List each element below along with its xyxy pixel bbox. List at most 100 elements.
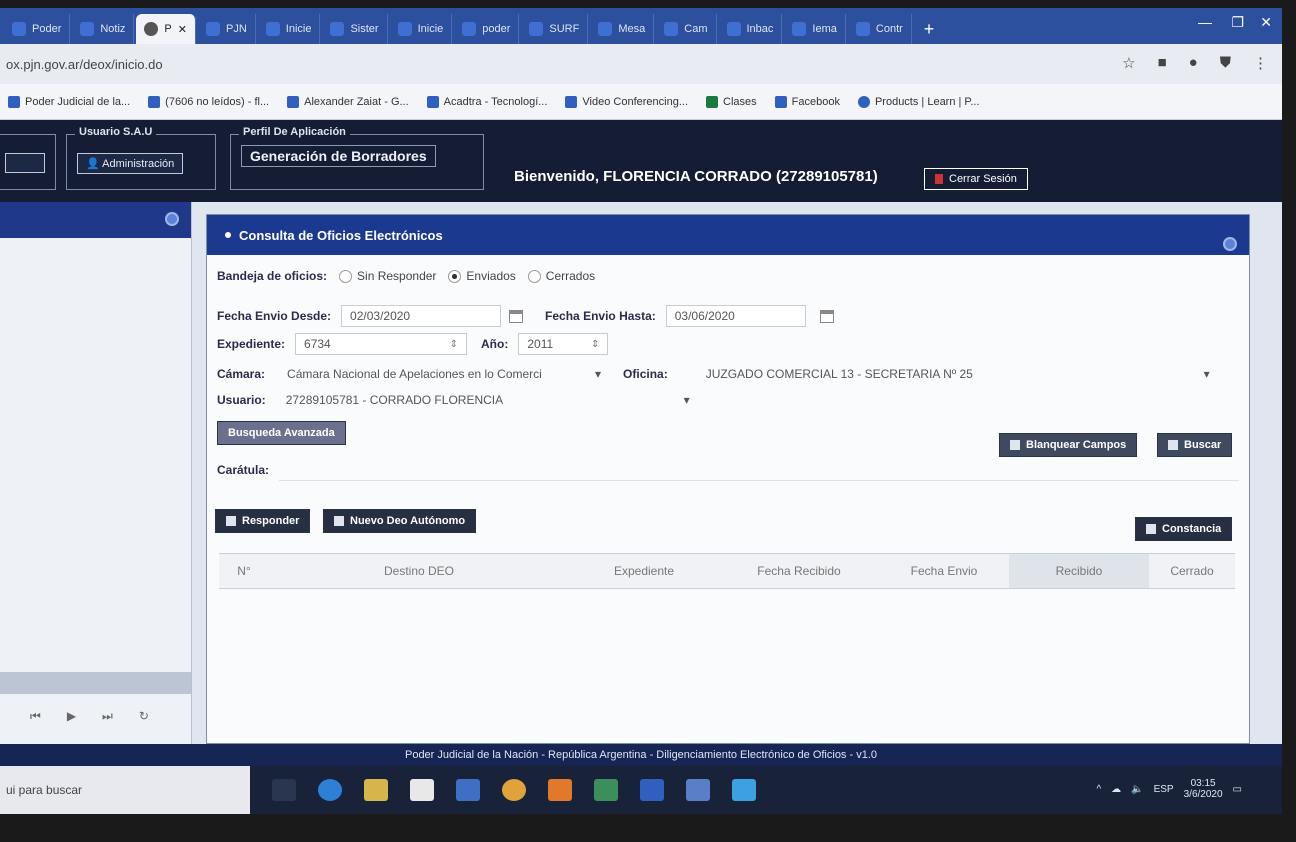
bookmark-item[interactable]: (7606 no leídos) - fl... <box>148 95 269 108</box>
buscar-button[interactable]: Buscar <box>1157 433 1233 457</box>
maximize-icon[interactable]: ❐ <box>1231 14 1244 31</box>
anio-input[interactable]: 2011 ⇕ <box>518 333 609 355</box>
minimize-icon[interactable]: — <box>1198 14 1212 30</box>
notifications-icon[interactable]: ▭ <box>1233 784 1242 795</box>
address-bar[interactable]: ox.pjn.gov.ar/deox/inicio.do ☆ ■ ● ⛊ ⋮ <box>0 44 1282 84</box>
browser-tab[interactable]: Mesa <box>590 14 655 44</box>
volume-icon[interactable]: 🔈 <box>1131 784 1143 795</box>
column-header[interactable]: Cerrado <box>1149 564 1235 578</box>
browser-tab[interactable]: Contr <box>848 14 912 44</box>
camara-select[interactable]: Cámara Nacional de Apelaciones en lo Com… <box>279 363 609 385</box>
network-icon[interactable]: ☁ <box>1111 784 1121 795</box>
star-icon[interactable]: ☆ <box>1122 54 1135 72</box>
gear-icon[interactable] <box>165 212 179 226</box>
refresh-icon[interactable]: ↻ <box>139 709 149 723</box>
browser-tab[interactable]: Cam <box>656 14 717 44</box>
column-header[interactable]: N° <box>219 564 269 578</box>
responder-button[interactable]: Responder <box>215 509 311 533</box>
shield-icon[interactable]: ⛊ <box>1220 54 1231 72</box>
bookmark-item[interactable]: Products | Learn | P... <box>857 95 980 108</box>
store-icon[interactable] <box>410 779 434 801</box>
logout-button[interactable]: Cerrar Sesión <box>924 168 1028 190</box>
browser-tab[interactable]: Poder <box>4 14 71 44</box>
excel-icon[interactable] <box>594 779 618 801</box>
chevron-up-icon[interactable]: ^ <box>1096 784 1101 795</box>
close-tab-icon[interactable]: ✕ <box>178 23 187 36</box>
perfil-value[interactable]: Generación de Borradores <box>241 145 436 167</box>
browser-tab-active[interactable]: P ✕ <box>136 14 196 44</box>
photos-icon[interactable] <box>732 779 756 801</box>
taskbar-search[interactable]: ui para buscar <box>0 766 250 814</box>
browser-tab[interactable]: poder <box>454 14 520 44</box>
constancia-button[interactable]: Constancia <box>1135 517 1233 541</box>
left-fieldset <box>0 134 56 190</box>
spinner-icon[interactable]: ⇕ <box>591 339 599 350</box>
app-icon[interactable] <box>548 779 572 801</box>
bookmark-item[interactable]: Acadtra - Tecnologí... <box>426 95 547 108</box>
extension-icon[interactable]: ■ <box>1158 54 1167 72</box>
busqueda-avanzada-button[interactable]: Busqueda Avanzada <box>217 421 346 445</box>
browser-tab-strip: Poder Notiz P ✕ PJN Inicie Sister Inicie … <box>0 8 1282 44</box>
task-view-icon[interactable] <box>272 779 296 801</box>
caratula-input[interactable] <box>279 459 1240 481</box>
first-page-icon[interactable]: ⏮ <box>30 709 41 724</box>
column-header[interactable]: Fecha Recibido <box>719 564 879 578</box>
close-window-icon[interactable]: ✕ <box>1260 14 1272 31</box>
word-icon[interactable] <box>640 779 664 801</box>
bookmark-item[interactable]: Clases <box>706 95 757 108</box>
mail-icon[interactable] <box>456 779 480 801</box>
browser-tab[interactable]: Iema <box>784 14 846 44</box>
admin-button[interactable]: 👤 Administración <box>77 153 184 174</box>
browser-tab[interactable]: Inicie <box>258 14 321 44</box>
browser-tab[interactable]: Notiz <box>72 14 135 44</box>
bullet-icon <box>225 232 231 238</box>
next-page-icon[interactable]: ▶ <box>67 709 76 723</box>
oficina-select[interactable]: JUZGADO COMERCIAL 13 - SECRETARIA Nº 25 ▾ <box>698 363 1218 385</box>
expediente-input[interactable]: 6734 ⇕ <box>295 333 468 355</box>
bookmark-item[interactable]: Facebook <box>774 95 840 108</box>
fecha-hasta-label: Fecha Envio Hasta: <box>545 309 656 323</box>
radio-enviados[interactable]: Enviados <box>448 269 516 283</box>
menu-icon[interactable]: ⋮ <box>1253 54 1268 72</box>
left-button[interactable] <box>5 153 45 173</box>
fecha-desde-input[interactable]: 02/03/2020 <box>341 305 502 327</box>
bookmark-item[interactable]: Alexander Zaiat - G... <box>287 95 409 108</box>
fecha-hasta-input[interactable]: 03/06/2020 <box>665 305 806 327</box>
column-header[interactable]: Destino DEO <box>269 564 569 578</box>
url-text[interactable]: ox.pjn.gov.ar/deox/inicio.do <box>6 57 163 72</box>
column-header[interactable]: Fecha Envio <box>879 564 1009 578</box>
browser-tab[interactable]: Inicie <box>390 14 453 44</box>
radio-sin-responder[interactable]: Sin Responder <box>339 269 436 283</box>
bookmark-item[interactable]: Poder Judicial de la... <box>8 95 130 108</box>
gear-icon[interactable] <box>1223 237 1237 251</box>
user-icon: 👤 <box>86 158 103 170</box>
column-header[interactable]: Expediente <box>569 564 719 578</box>
new-document-icon <box>334 516 344 526</box>
browser-tab[interactable]: Sister <box>322 14 388 44</box>
clock[interactable]: 03:15 3/6/2020 <box>1184 778 1223 800</box>
file-explorer-icon[interactable] <box>364 779 388 801</box>
nuevo-deo-button[interactable]: Nuevo Deo Autónomo <box>323 509 477 533</box>
column-header[interactable]: Recibido <box>1009 554 1149 588</box>
browser-tab[interactable]: Inbac <box>719 14 783 44</box>
calendar-icon[interactable] <box>819 309 834 323</box>
bookmark-item[interactable]: Video Conferencing... <box>565 95 688 108</box>
last-page-icon[interactable]: ⏭ <box>102 709 113 724</box>
browser-tab[interactable]: SURF <box>521 14 589 44</box>
radio-cerrados[interactable]: Cerrados <box>527 269 595 283</box>
usuario-select[interactable]: 27289105781 - CORRADO FLORENCIA ▾ <box>278 389 698 411</box>
spinner-icon[interactable]: ⇕ <box>450 339 458 350</box>
lang-indicator[interactable]: ESP <box>1154 784 1174 795</box>
app-icon[interactable] <box>686 779 710 801</box>
mail-icon <box>148 95 161 108</box>
extension-icon[interactable]: ● <box>1189 54 1198 72</box>
favicon-icon <box>462 22 477 36</box>
chrome-icon[interactable] <box>502 779 526 801</box>
browser-tab[interactable]: PJN <box>198 14 256 44</box>
edge-icon[interactable] <box>318 779 342 801</box>
blanquear-campos-button[interactable]: Blanquear Campos <box>999 433 1138 457</box>
new-tab-button[interactable]: + <box>914 14 945 44</box>
calendar-icon[interactable] <box>509 309 524 323</box>
bookmark-icon <box>426 95 439 108</box>
drive-icon <box>287 95 300 108</box>
